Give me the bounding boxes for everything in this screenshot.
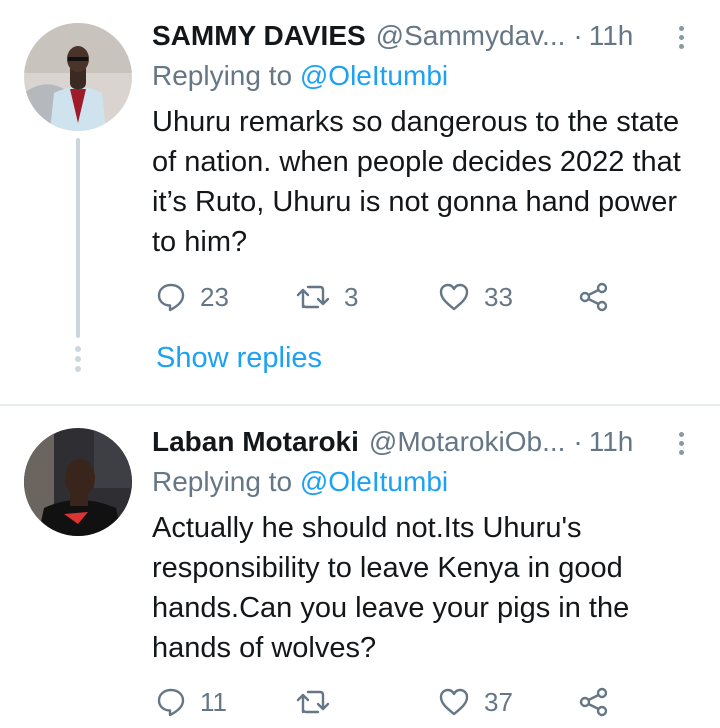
like-count: 33 — [484, 281, 513, 312]
tweet-actions: 11 37 — [152, 682, 672, 722]
display-name[interactable]: SAMMY DAVIES — [152, 20, 366, 52]
tweet-header: Laban Motaroki @MotarokiOb... · 11h — [152, 426, 633, 462]
user-handle[interactable]: @Sammydav... — [376, 20, 566, 52]
share-icon — [578, 282, 610, 312]
avatar[interactable] — [24, 23, 132, 131]
thread-line — [76, 138, 80, 338]
tweet-text: Actually he should not.Its Uhuru's respo… — [152, 512, 630, 664]
separator: · — [573, 426, 583, 457]
display-name[interactable]: Laban Motaroki — [152, 426, 359, 458]
like-button[interactable]: 37 — [438, 682, 513, 722]
avatar[interactable] — [24, 428, 132, 536]
share-icon — [578, 687, 610, 717]
retweet-button[interactable]: 3 — [296, 277, 358, 317]
mention-link[interactable]: @OleItumbi — [300, 466, 448, 497]
tweet-header: SAMMY DAVIES @Sammydav... · 11h — [152, 20, 633, 56]
replying-prefix: Replying to — [152, 466, 293, 497]
replying-to: Replying to @OleItumbi — [152, 60, 448, 92]
timestamp[interactable]: 11h — [589, 20, 634, 52]
reply-button[interactable]: 11 — [156, 682, 227, 722]
retweet-count: 3 — [344, 281, 359, 312]
retweet-icon — [296, 687, 330, 717]
share-button[interactable] — [578, 682, 610, 722]
speech-bubble-icon — [156, 687, 186, 717]
reply-count: 23 — [200, 281, 229, 312]
user-handle[interactable]: @MotarokiOb... — [369, 426, 565, 458]
like-button[interactable]: 33 — [438, 277, 513, 317]
more-options-icon[interactable] — [676, 432, 688, 460]
reply-button[interactable]: 23 — [156, 277, 229, 317]
mention-link[interactable]: @OleItumbi — [300, 60, 448, 91]
share-button[interactable] — [578, 277, 610, 317]
tweet-text: Uhuru remarks so dangerous to the state … — [152, 106, 681, 258]
separator: · — [573, 20, 583, 51]
like-count: 37 — [484, 686, 513, 717]
tweet-actions: 23 3 33 — [152, 277, 672, 317]
reply-count: 11 — [200, 686, 227, 717]
replying-to: Replying to @OleItumbi — [152, 466, 448, 498]
speech-bubble-icon — [156, 282, 186, 312]
replying-prefix: Replying to — [152, 60, 293, 91]
show-replies-link[interactable]: Show replies — [156, 342, 322, 375]
heart-icon — [438, 282, 470, 312]
retweet-button[interactable] — [296, 682, 344, 722]
more-options-icon[interactable] — [676, 26, 688, 54]
retweet-icon — [296, 282, 330, 312]
heart-icon — [438, 687, 470, 717]
thread-dots — [74, 346, 82, 376]
timestamp[interactable]: 11h — [589, 426, 634, 458]
